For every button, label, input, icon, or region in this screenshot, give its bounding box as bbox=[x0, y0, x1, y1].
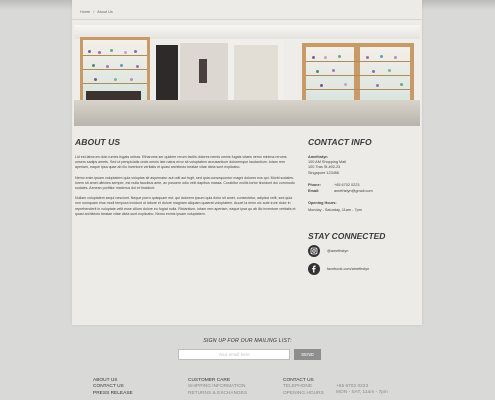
mailing-list-title: SIGN UP FOR OUR MAILING LIST: bbox=[203, 338, 292, 344]
facebook-url: facebook.com/amethstyn bbox=[327, 267, 370, 271]
footer-contact: CONTACT US TELEPHONE OPENING HOURS bbox=[283, 378, 324, 397]
phone-row: Phone: +65 6702 0223 bbox=[308, 183, 359, 187]
about-paragraph: Nemo enim ipsam voluptatem quia voluptas… bbox=[75, 175, 295, 191]
breadcrumb: Home / About Us bbox=[80, 10, 115, 14]
send-button[interactable]: SEND bbox=[294, 349, 321, 360]
breadcrumb-separator: / bbox=[93, 10, 95, 14]
about-paragraph: Lid est laborum dolo rumes fugats untras… bbox=[75, 155, 287, 170]
opening-hours-value: Monday - Saturday, 11am - 7pm bbox=[308, 208, 362, 212]
store-photo bbox=[74, 25, 420, 126]
email-label: Email: bbox=[308, 189, 320, 193]
email-link[interactable]: amethstyn@gmail.com bbox=[334, 189, 373, 193]
phone-value[interactable]: +65 6702 0223 bbox=[334, 183, 359, 187]
about-paragraph: Nullam voluptatem sequi nesciunt. Neque … bbox=[75, 196, 296, 216]
footer-link-returns[interactable]: RETURNS & EXCHANGES bbox=[188, 391, 247, 397]
address-block: Amethstyn 100 AM Shopping Mall 100 Tras … bbox=[308, 155, 418, 176]
facebook-link[interactable]: facebook.com/amethstyn bbox=[308, 263, 418, 275]
contact-info-title: CONTACT INFO bbox=[308, 137, 372, 147]
about-body: Lid est laborum dolo rumes fugats untras… bbox=[75, 155, 297, 222]
breadcrumb-home[interactable]: Home bbox=[80, 10, 90, 14]
email-row: Email: amethstyn@gmail.com bbox=[308, 189, 373, 193]
instagram-icon bbox=[308, 245, 320, 257]
footer-hours: MON - SAT, 11am - 7pm bbox=[336, 390, 388, 395]
email-signup-input[interactable] bbox=[178, 349, 290, 360]
breadcrumb-bar: Home / About Us bbox=[72, 8, 422, 20]
breadcrumb-current: About Us bbox=[97, 10, 113, 14]
footer-customer-care: CUSTOMER CARE SHIPPING INFORMATION RETUR… bbox=[188, 378, 247, 397]
facebook-icon bbox=[308, 263, 320, 275]
footer-hours-label: OPENING HOURS bbox=[283, 390, 324, 396]
instagram-link[interactable]: @amethstyn bbox=[308, 245, 418, 257]
about-title: ABOUT US bbox=[75, 137, 121, 147]
stay-connected-title: STAY CONNECTED bbox=[308, 231, 386, 241]
phone-label: Phone: bbox=[308, 183, 321, 187]
footer-links: ABOUT US CONTACT US PRESS RELEASE bbox=[93, 378, 133, 397]
address-line: Singapore 123456 bbox=[308, 170, 340, 175]
footer-link-press[interactable]: PRESS RELEASE bbox=[93, 391, 133, 397]
footer-telephone: +65 6702 0223 bbox=[336, 384, 369, 389]
opening-hours-label: Opening Hours: bbox=[308, 201, 337, 205]
footer-link-shipping[interactable]: SHIPPING INFORMATION bbox=[188, 384, 247, 390]
instagram-handle: @amethstyn bbox=[327, 249, 349, 253]
